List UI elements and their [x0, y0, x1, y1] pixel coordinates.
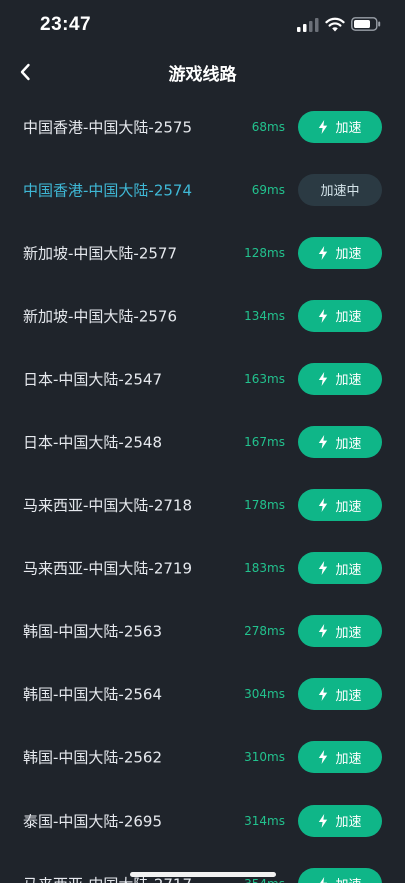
button-label: 加速	[335, 815, 362, 831]
accelerate-button[interactable]: 加速	[298, 615, 382, 648]
route-name: 中国香港-中国大陆-2575	[23, 118, 192, 137]
button-label: 加速	[335, 436, 362, 452]
screen: 23:47 游戏线路 中国香港-中国大陆-2575 68ms 加速 中国香港-中国大陆…	[0, 0, 405, 883]
route-row[interactable]: 中国香港-中国大陆-2574 69ms 加速中	[0, 158, 405, 221]
route-row[interactable]: 马来西亚-中国大陆-2718 178ms 加速	[0, 474, 405, 537]
accelerate-button[interactable]: 加速	[298, 804, 382, 837]
button-label: 加速	[335, 688, 362, 704]
lightning-bolt-icon	[319, 498, 328, 513]
button-label: 加速	[335, 310, 362, 326]
lightning-bolt-icon	[319, 371, 328, 386]
button-label: 加速	[335, 751, 362, 767]
accelerate-button[interactable]: 加速	[298, 299, 382, 332]
route-name: 韩国-中国大陆-2564	[23, 685, 162, 704]
route-row[interactable]: 韩国-中国大陆-2564 304ms 加速	[0, 663, 405, 726]
route-name: 韩国-中国大陆-2562	[23, 748, 162, 767]
accelerate-button[interactable]: 加速	[298, 741, 382, 774]
accelerate-button[interactable]: 加速	[298, 426, 382, 459]
route-name: 中国香港-中国大陆-2574	[23, 181, 192, 200]
cellular-signal-icon	[297, 18, 319, 32]
accelerate-button[interactable]: 加速	[298, 489, 382, 522]
route-name: 日本-中国大陆-2547	[23, 370, 162, 389]
route-row[interactable]: 日本-中国大陆-2548 167ms 加速	[0, 410, 405, 473]
lightning-bolt-icon	[319, 624, 328, 639]
route-name: 新加坡-中国大陆-2577	[23, 244, 177, 263]
route-name: 韩国-中国大陆-2563	[23, 622, 162, 641]
route-latency: 134ms	[244, 308, 285, 323]
status-bar: 23:47	[0, 0, 405, 50]
accelerating-button[interactable]: 加速中	[298, 173, 382, 206]
lightning-bolt-icon	[319, 687, 328, 702]
lightning-bolt-icon	[319, 813, 328, 828]
route-latency: 304ms	[244, 687, 285, 702]
wifi-icon	[325, 17, 345, 32]
route-row[interactable]: 日本-中国大陆-2547 163ms 加速	[0, 347, 405, 410]
route-latency: 354ms	[244, 877, 285, 883]
route-latency: 167ms	[244, 435, 285, 450]
accelerate-button[interactable]: 加速	[298, 552, 382, 585]
button-label: 加速	[335, 121, 362, 137]
route-name: 新加坡-中国大陆-2576	[23, 307, 177, 326]
route-latency: 178ms	[244, 498, 285, 513]
accelerate-button[interactable]: 加速	[298, 236, 382, 269]
route-latency: 310ms	[244, 750, 285, 765]
route-name: 马来西亚-中国大陆-2719	[23, 559, 192, 578]
battery-icon	[351, 17, 381, 31]
route-name: 日本-中国大陆-2548	[23, 433, 162, 452]
lightning-bolt-icon	[319, 435, 328, 450]
nav-bar: 游戏线路	[0, 50, 405, 94]
button-label: 加速	[335, 625, 362, 641]
button-label: 加速	[335, 247, 362, 263]
button-label: 加速	[335, 499, 362, 515]
route-name: 泰国-中国大陆-2695	[23, 812, 162, 831]
accelerate-button[interactable]: 加速	[298, 678, 382, 711]
route-name: 马来西亚-中国大陆-2718	[23, 496, 192, 515]
accelerate-button[interactable]: 加速	[298, 362, 382, 395]
route-row[interactable]: 新加坡-中国大陆-2576 134ms 加速	[0, 284, 405, 347]
route-row[interactable]: 泰国-中国大陆-2695 314ms 加速	[0, 789, 405, 852]
button-label: 加速	[335, 373, 362, 389]
lightning-bolt-icon	[319, 308, 328, 323]
button-label: 加速	[335, 874, 361, 883]
route-row[interactable]: 中国香港-中国大陆-2575 68ms 加速	[0, 95, 405, 158]
home-indicator	[130, 872, 276, 877]
route-latency: 183ms	[244, 561, 285, 576]
lightning-bolt-icon	[319, 750, 328, 765]
button-label: 加速中	[320, 184, 360, 200]
accelerate-button[interactable]: 加速	[298, 867, 382, 883]
route-latency: 278ms	[244, 624, 285, 639]
route-latency: 314ms	[244, 813, 285, 828]
route-row[interactable]: 韩国-中国大陆-2563 278ms 加速	[0, 600, 405, 663]
lightning-bolt-icon	[319, 245, 328, 260]
button-label: 加速	[335, 562, 362, 578]
route-row[interactable]: 马来西亚-中国大陆-2717354ms加速	[0, 852, 405, 883]
accelerate-button[interactable]: 加速	[298, 110, 382, 143]
lightning-bolt-icon	[319, 561, 328, 576]
page-title: 游戏线路	[168, 65, 237, 85]
route-row[interactable]: 马来西亚-中国大陆-2719 183ms 加速	[0, 537, 405, 600]
route-row[interactable]: 韩国-中国大陆-2562 310ms 加速	[0, 726, 405, 789]
lightning-bolt-icon	[320, 876, 328, 883]
route-latency: 163ms	[244, 371, 285, 386]
route-latency: 128ms	[244, 245, 285, 260]
status-time: 23:47	[40, 14, 92, 35]
route-row[interactable]: 新加坡-中国大陆-2577 128ms 加速	[0, 221, 405, 284]
route-latency: 68ms	[251, 119, 285, 134]
route-latency: 69ms	[251, 182, 285, 197]
route-list: 中国香港-中国大陆-2575 68ms 加速 中国香港-中国大陆-2574 69ms 加速…	[0, 95, 405, 883]
lightning-bolt-icon	[319, 119, 328, 134]
